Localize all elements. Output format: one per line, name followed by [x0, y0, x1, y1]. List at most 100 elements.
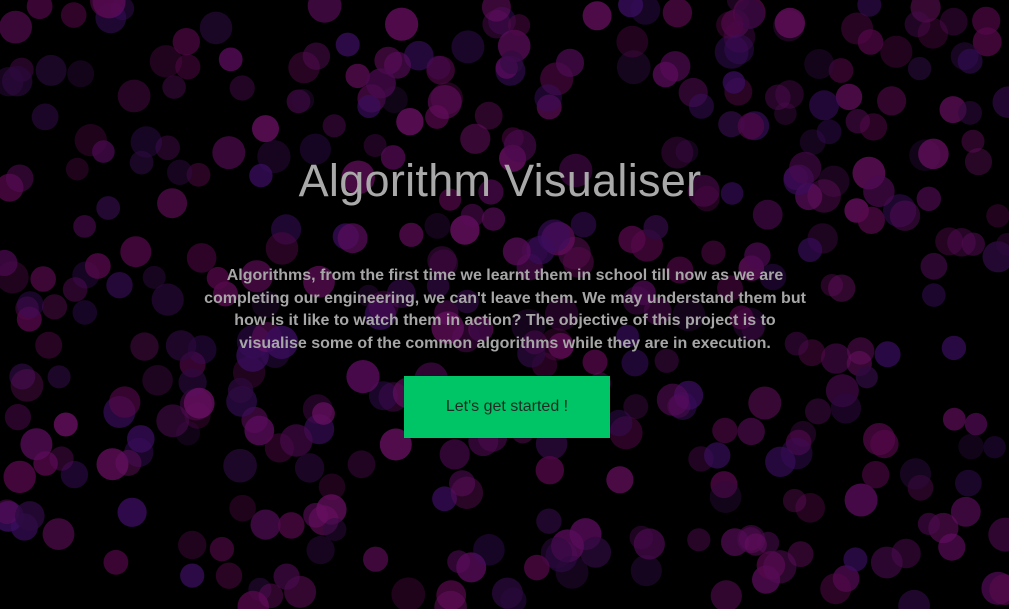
bokeh-dot [30, 266, 56, 292]
bokeh-dot [805, 398, 831, 425]
bokeh-dot [215, 562, 243, 589]
bokeh-dot [302, 42, 331, 70]
bokeh-dot [535, 456, 564, 485]
bokeh-dot [955, 469, 982, 497]
bokeh-dot [335, 32, 360, 57]
bokeh-dot [473, 534, 505, 566]
get-started-button[interactable]: Let's get started ! [404, 376, 610, 438]
bokeh-dot [323, 518, 347, 541]
bokeh-dot [524, 554, 550, 581]
bokeh-dot [618, 225, 646, 253]
bokeh-dot [41, 294, 68, 320]
bokeh-dot [223, 448, 257, 483]
bokeh-dot [582, 1, 612, 31]
bokeh-dot [229, 494, 256, 522]
bokeh-dot [500, 50, 524, 75]
bokeh-dot [922, 283, 946, 307]
bokeh-dot [162, 75, 186, 99]
bokeh-dot [229, 75, 255, 101]
bokeh-dot [322, 114, 346, 138]
bokeh-dot [117, 497, 147, 527]
bokeh-dot [346, 360, 380, 394]
bokeh-dot [988, 517, 1009, 552]
bokeh-dot [439, 439, 470, 470]
bokeh-dot [227, 377, 254, 404]
bokeh-dot [652, 61, 679, 88]
bokeh-dot [142, 365, 173, 396]
bokeh-dot [857, 29, 884, 55]
bokeh-dot [218, 47, 243, 72]
bokeh-dot [35, 54, 67, 86]
bokeh-dot [337, 223, 368, 254]
bokeh-dot [47, 365, 71, 389]
bokeh-dot [491, 577, 523, 609]
bokeh-dot [396, 108, 424, 136]
bokeh-dot [209, 536, 235, 562]
bokeh-dot [982, 241, 1009, 273]
bokeh-dot [127, 425, 155, 453]
bokeh-dot [117, 79, 151, 113]
bokeh-dot [103, 549, 129, 575]
bokeh-dot [291, 88, 315, 112]
bokeh-dot [175, 54, 201, 80]
bokeh-dot [704, 442, 731, 469]
bokeh-dot [737, 417, 765, 446]
bokeh-dot [709, 481, 742, 513]
bokeh-dot [534, 84, 562, 112]
bokeh-dot [391, 577, 426, 609]
bokeh-dot [120, 236, 152, 268]
bokeh-dot [67, 60, 95, 88]
bokeh-dot [662, 0, 693, 28]
bokeh-dot [84, 253, 111, 279]
bokeh-dot [917, 512, 941, 536]
bokeh-dot [60, 2, 87, 28]
bokeh-dot [870, 429, 899, 459]
bokeh-dot [862, 461, 890, 489]
bokeh-dot [306, 536, 335, 565]
bokeh-dot [941, 335, 967, 361]
bokeh-dot [790, 420, 817, 447]
bokeh-dot [365, 68, 396, 99]
bokeh-dot [687, 528, 711, 552]
bokeh-dot [722, 71, 746, 94]
bokeh-dot [964, 412, 988, 436]
bokeh-dot [16, 291, 44, 318]
bokeh-dot [820, 343, 852, 374]
bokeh-dot [898, 589, 930, 609]
bokeh-dot [357, 94, 381, 119]
bokeh-dot [630, 555, 662, 587]
bokeh-dot [4, 404, 31, 431]
bokeh-dot [385, 7, 419, 41]
bokeh-dot [151, 283, 184, 316]
bokeh-dot [701, 240, 726, 265]
bokeh-dot [252, 115, 279, 143]
bokeh-dot [844, 483, 878, 517]
bokeh-dot [0, 10, 32, 44]
bokeh-dot [782, 488, 807, 513]
bokeh-dot [907, 56, 932, 81]
bokeh-dot [250, 509, 281, 540]
bokeh-dot [424, 213, 451, 239]
bokeh-dot [130, 332, 159, 361]
bokeh-dot [294, 453, 325, 483]
bokeh-dot [710, 580, 742, 609]
bokeh-dot [106, 272, 133, 299]
bokeh-dot [947, 228, 976, 257]
bokeh-dot [265, 232, 299, 265]
bokeh-dot [165, 330, 197, 361]
bokeh-dot [451, 30, 485, 64]
bokeh-dot [172, 28, 200, 56]
bokeh-dot [880, 35, 913, 68]
bokeh-dot [72, 300, 98, 325]
bokeh-dot [555, 555, 589, 589]
bokeh-dot [307, 0, 342, 23]
bokeh-dot [804, 49, 835, 79]
bokeh-dot [957, 48, 983, 74]
bokeh-dot [73, 215, 96, 238]
bokeh-dot [809, 90, 840, 121]
bokeh-dot [763, 550, 797, 584]
bokeh-dot [958, 101, 982, 125]
bokeh-dot [828, 274, 856, 302]
bokeh-dot [983, 436, 1006, 459]
bokeh-dot [643, 215, 669, 240]
